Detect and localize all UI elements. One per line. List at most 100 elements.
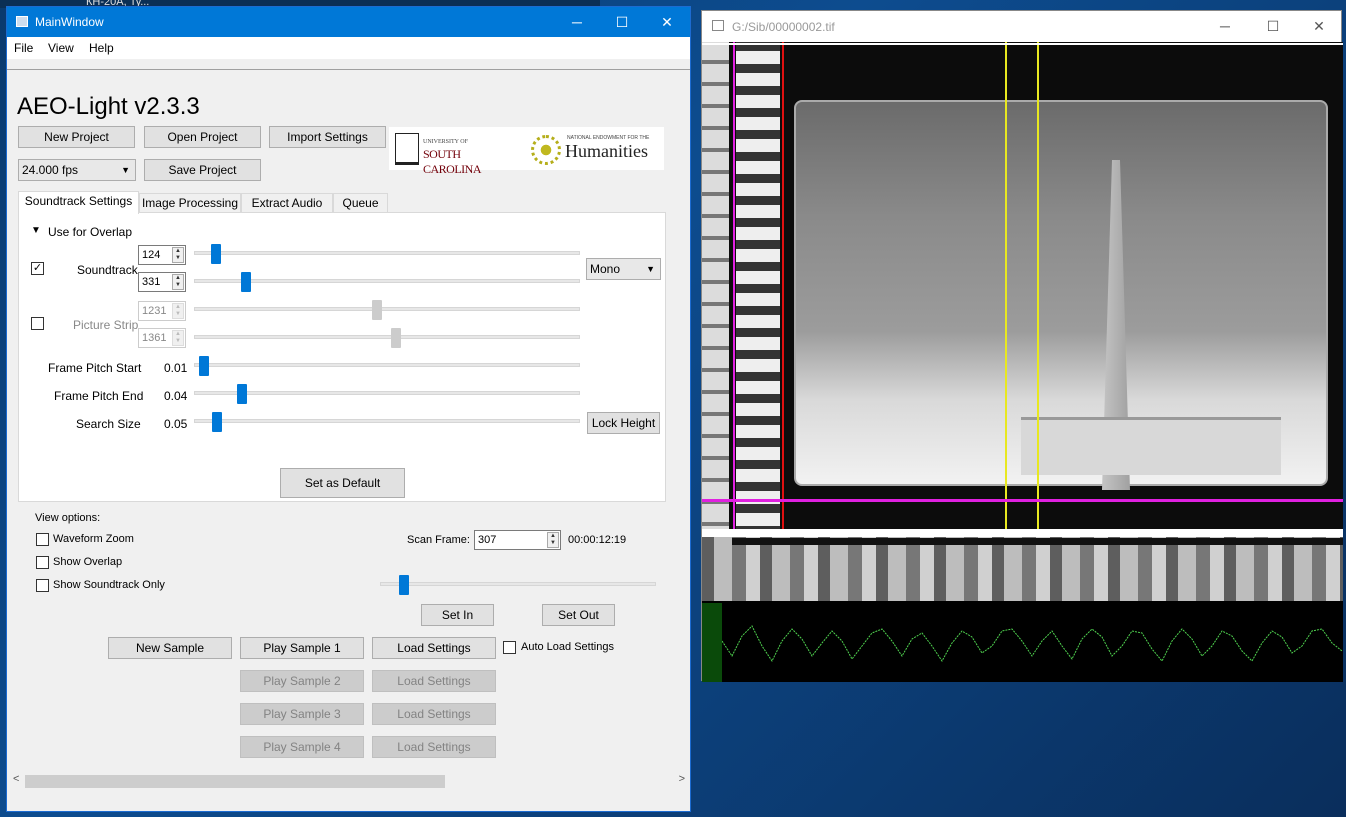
show-overlap-label[interactable]: Show Overlap (53, 556, 122, 568)
scan-frame-spinbox[interactable]: 307 ▲ ▼ (474, 530, 561, 550)
neh-logo-name: Humanities (565, 141, 648, 161)
show-soundtrack-only-label[interactable]: Show Soundtrack Only (53, 579, 165, 591)
set-out-button[interactable]: Set Out (542, 604, 615, 626)
auto-load-settings-label[interactable]: Auto Load Settings (521, 641, 614, 653)
tab-extract-audio[interactable]: Extract Audio (241, 193, 333, 213)
spin-arrows-icon[interactable]: ▲ ▼ (172, 274, 184, 290)
spin-up-icon[interactable]: ▲ (175, 248, 181, 254)
play-sample-2-button: Play Sample 2 (240, 670, 364, 692)
neh-logo: NATIONAL ENDOWMENT FOR THE Humanities (531, 133, 659, 165)
spin-arrows-icon[interactable]: ▲ ▼ (547, 532, 559, 548)
auto-load-settings-checkbox[interactable] (503, 641, 516, 654)
search-size-value: 0.05 (164, 417, 188, 431)
soundtrack-right-marker[interactable] (782, 42, 784, 529)
search-size-track[interactable] (194, 419, 580, 423)
optical-soundtrack (736, 42, 780, 529)
set-as-default-button[interactable]: Set as Default (280, 468, 405, 498)
play-sample-3-button: Play Sample 3 (240, 703, 364, 725)
main-window: MainWindow ─ ☐ ✕ File View Help AEO-Ligh… (6, 6, 691, 812)
usc-logo: UNIVERSITY OF SOUTH CAROLINA (395, 133, 515, 176)
close-button[interactable]: ✕ (644, 7, 690, 37)
tab-soundtrack-settings[interactable]: Soundtrack Settings (18, 191, 139, 214)
usc-logo-name: SOUTH CAROLINA (423, 147, 482, 176)
show-soundtrack-only-checkbox[interactable] (36, 579, 49, 592)
collapse-arrow-icon[interactable]: ▼ (31, 225, 41, 236)
spin-down-icon[interactable]: ▼ (175, 255, 181, 261)
fps-select[interactable]: 24.000 fps ▼ (18, 159, 136, 181)
scan-frame-value: 307 (478, 534, 497, 546)
soundtrack-left-spinbox[interactable]: 124 ▲ ▼ (138, 245, 186, 265)
soundtrack-left-slider-handle[interactable] (211, 244, 221, 264)
lock-height-button[interactable]: Lock Height (587, 412, 660, 434)
spin-down-icon[interactable]: ▼ (175, 282, 181, 288)
maximize-button[interactable]: ☐ (599, 7, 645, 37)
new-project-button[interactable]: New Project (18, 126, 135, 148)
waveform-zoom-checkbox[interactable] (36, 533, 49, 546)
minimize-button[interactable]: ─ (554, 7, 600, 37)
overlap-left-marker[interactable] (1005, 42, 1007, 529)
soundtrack-right-spinbox[interactable]: 331 ▲ ▼ (138, 272, 186, 292)
overlap-right-marker[interactable] (1037, 42, 1039, 529)
spin-up-icon[interactable]: ▲ (550, 533, 556, 539)
show-overlap-checkbox[interactable] (36, 556, 49, 569)
soundtrack-right-slider-handle[interactable] (241, 272, 251, 292)
menu-view[interactable]: View (48, 41, 74, 55)
tab-queue[interactable]: Queue (333, 193, 388, 213)
scan-frame-handle[interactable] (399, 575, 409, 595)
spin-down-icon: ▼ (175, 311, 181, 317)
search-size-handle[interactable] (212, 412, 222, 432)
scroll-left-icon[interactable]: < (13, 773, 19, 785)
waveform-zoom-label[interactable]: Waveform Zoom (53, 533, 134, 545)
viewer-window-title: G:/Sib/00000002.tif (732, 20, 835, 34)
strip-white-band (702, 529, 1343, 537)
load-settings-1-button[interactable]: Load Settings (372, 637, 496, 659)
soundtrack-left-slider-track[interactable] (194, 251, 580, 255)
chevron-down-icon: ▼ (121, 165, 130, 175)
soundtrack-left-marker[interactable] (733, 42, 735, 529)
set-in-button[interactable]: Set In (421, 604, 494, 626)
play-sample-1-button[interactable]: Play Sample 1 (240, 637, 364, 659)
soundtrack-checkbox[interactable]: ✓ (31, 262, 44, 275)
horizontal-scrollbar[interactable]: < > (11, 773, 687, 789)
soundtrack-left-value: 124 (142, 249, 161, 261)
scroll-right-icon[interactable]: > (679, 773, 685, 785)
channel-select[interactable]: Mono ▼ (586, 258, 661, 280)
picture-right-slider-track (194, 335, 580, 339)
viewer-window-icon (712, 20, 724, 31)
frame-pitch-end-track[interactable] (194, 391, 580, 395)
spin-up-icon[interactable]: ▲ (175, 275, 181, 281)
frame-pitch-end-handle[interactable] (237, 384, 247, 404)
scan-frame-track[interactable] (380, 582, 656, 586)
film-frame-image[interactable] (702, 42, 1343, 529)
frame-pitch-start-handle[interactable] (199, 356, 209, 376)
open-project-button[interactable]: Open Project (144, 126, 261, 148)
frame-pitch-end-label: Frame Pitch End (54, 389, 144, 403)
tab-image-processing[interactable]: Image Processing (139, 193, 241, 213)
soundtrack-right-slider-track[interactable] (194, 279, 580, 283)
building-shape (1021, 417, 1281, 475)
frame-pitch-start-track[interactable] (194, 363, 580, 367)
main-title-bar[interactable]: MainWindow ─ ☐ ✕ (7, 7, 690, 37)
soundtrack-label: Soundtrack (77, 263, 138, 277)
frame-pitch-start-label: Frame Pitch Start (48, 361, 142, 375)
sprocket-holes (702, 42, 729, 529)
app-window-icon (16, 16, 28, 27)
menu-help[interactable]: Help (89, 41, 114, 55)
spin-down-icon[interactable]: ▼ (550, 540, 556, 546)
waveform-trace (721, 625, 1343, 662)
save-project-button[interactable]: Save Project (144, 159, 261, 181)
soundtrack-right-value: 331 (142, 276, 161, 288)
viewer-minimize-button[interactable]: ─ (1202, 11, 1248, 42)
viewer-maximize-button[interactable]: ☐ (1250, 11, 1296, 42)
menu-file[interactable]: File (14, 41, 33, 55)
viewer-title-bar[interactable]: G:/Sib/00000002.tif ─ ☐ ✕ (702, 11, 1341, 42)
import-settings-button[interactable]: Import Settings (269, 126, 386, 148)
scrollbar-thumb[interactable] (25, 775, 445, 788)
spin-arrows-icon[interactable]: ▲ ▼ (172, 247, 184, 263)
use-for-overlap-label[interactable]: Use for Overlap (48, 225, 132, 239)
frame-pitch-marker[interactable] (702, 499, 1343, 502)
viewer-close-button[interactable]: ✕ (1296, 11, 1342, 42)
image-viewer-window: G:/Sib/00000002.tif ─ ☐ ✕ (701, 10, 1343, 682)
picture-strip-checkbox[interactable] (31, 317, 44, 330)
new-sample-button[interactable]: New Sample (108, 637, 232, 659)
